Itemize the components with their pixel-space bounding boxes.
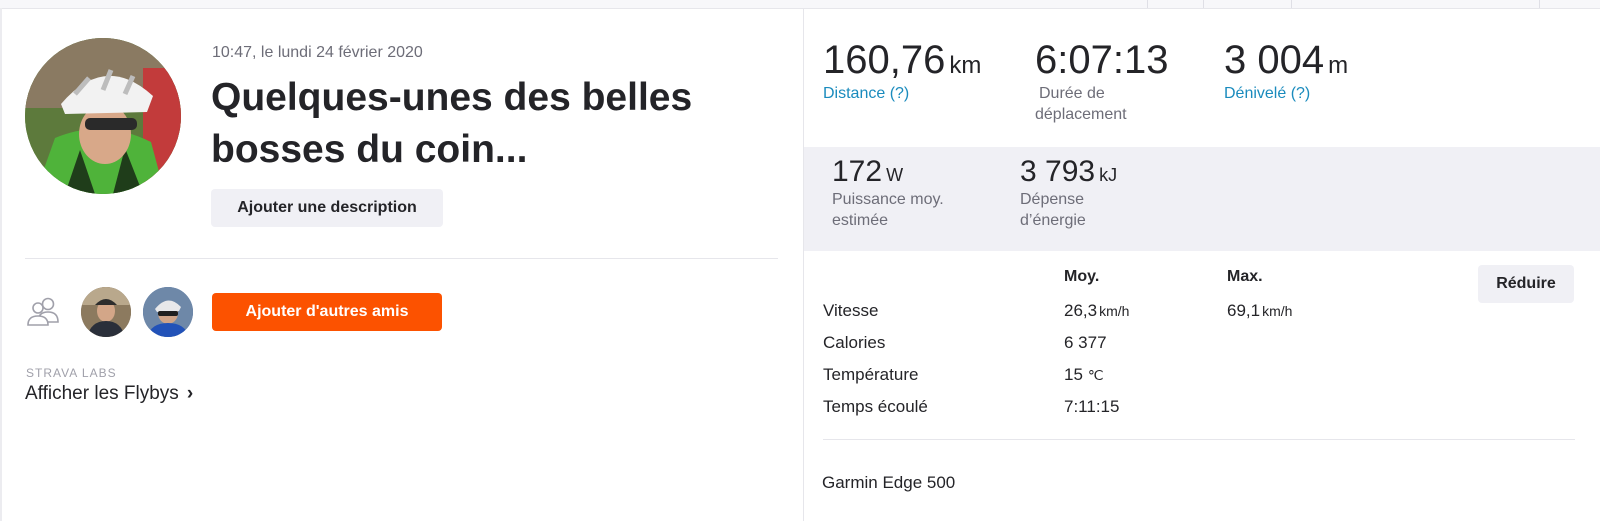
moving-time-label-1: Durée de	[1039, 85, 1105, 102]
people-icon	[26, 296, 64, 326]
row-label-temperature: Température	[823, 365, 919, 384]
stat-elevation: 3 004 m Dénivelé (?)	[1224, 38, 1348, 104]
top-bar	[0, 0, 1600, 9]
calories-avg-value: 6 377	[1064, 333, 1107, 353]
energy-value: 3 793	[1020, 155, 1096, 188]
speed-avg-unit: km/h	[1099, 303, 1130, 319]
stat-distance: 160,76 km Distance (?)	[823, 38, 981, 104]
power-value: 172	[832, 155, 883, 188]
stat-moving-time: 6:07:13 Durée de déplacement	[1035, 38, 1168, 125]
elevation-value: 3 004	[1224, 38, 1325, 82]
calories-avg: 6 377	[1064, 333, 1107, 352]
energy-label-1: Dépense	[1020, 191, 1085, 208]
moving-time-label-2: déplacement	[1035, 106, 1127, 123]
speed-avg-value: 26,3 km/h	[1064, 301, 1129, 321]
top-bar-divider	[1539, 0, 1540, 8]
frame-edge	[0, 8, 2, 521]
elevation-label[interactable]: Dénivelé (?)	[1224, 83, 1348, 104]
add-friends-button[interactable]: Ajouter d'autres amis	[212, 293, 442, 331]
top-bar-divider	[1203, 0, 1204, 8]
distance-unit: km	[949, 52, 982, 79]
friend-avatar[interactable]	[143, 287, 193, 337]
reduce-button[interactable]: Réduire	[1478, 265, 1574, 303]
power-label-1: Puissance moy.	[832, 191, 944, 208]
elapsed-time-avg-value: 7:11:15	[1064, 397, 1119, 417]
distance-label[interactable]: Distance (?)	[823, 83, 981, 104]
energy-label-2: d’énergie	[1020, 212, 1086, 229]
power-unit: W	[886, 165, 904, 185]
temperature-avg: 15	[1064, 365, 1083, 384]
device-name: Garmin Edge 500	[822, 473, 956, 492]
column-divider	[803, 8, 804, 521]
top-bar-divider	[1147, 0, 1148, 8]
activity-timestamp: 10:47, le lundi 24 février 2020	[212, 44, 423, 61]
strava-labs-label: STRAVA LABS	[26, 366, 117, 380]
row-label-elapsed-time: Temps écoulé	[823, 397, 928, 416]
distance-value: 160,76	[823, 38, 946, 82]
stat-power: 172 W Puissance moy. estimée	[832, 155, 944, 231]
flyby-label: Afficher les Flybys	[25, 383, 179, 404]
temperature-avg-value: 15 ℃	[1064, 365, 1104, 385]
max-column-header: Max.	[1227, 268, 1263, 285]
temperature-unit: ℃	[1087, 367, 1104, 383]
power-label-2: estimée	[832, 212, 889, 229]
elapsed-time-avg: 7:11:15	[1064, 397, 1120, 416]
energy-unit: kJ	[1099, 165, 1118, 185]
details-divider	[823, 439, 1575, 440]
row-label-speed: Vitesse	[823, 301, 879, 320]
elevation-unit: m	[1328, 52, 1349, 79]
athlete-avatar[interactable]	[25, 38, 181, 194]
speed-max-value: 69,1 km/h	[1227, 301, 1292, 321]
flyby-link[interactable]: Afficher les Flybys ›	[25, 383, 193, 405]
avg-column-header: Moy.	[1064, 268, 1100, 285]
friend-avatar[interactable]	[81, 287, 131, 337]
speed-max-unit: km/h	[1262, 303, 1293, 319]
moving-time-value: 6:07:13	[1035, 38, 1169, 82]
activity-title: Quelques-unes des belles bosses du coin.…	[211, 76, 693, 171]
section-divider	[25, 258, 778, 259]
stat-energy: 3 793 kJ Dépense d’énergie	[1020, 155, 1117, 231]
row-label-calories: Calories	[823, 333, 886, 352]
speed-max: 69,1	[1227, 301, 1261, 320]
top-bar-divider	[1291, 0, 1292, 8]
add-description-button[interactable]: Ajouter une description	[211, 189, 443, 227]
chevron-right-icon: ›	[186, 383, 194, 404]
speed-avg: 26,3	[1064, 301, 1098, 320]
